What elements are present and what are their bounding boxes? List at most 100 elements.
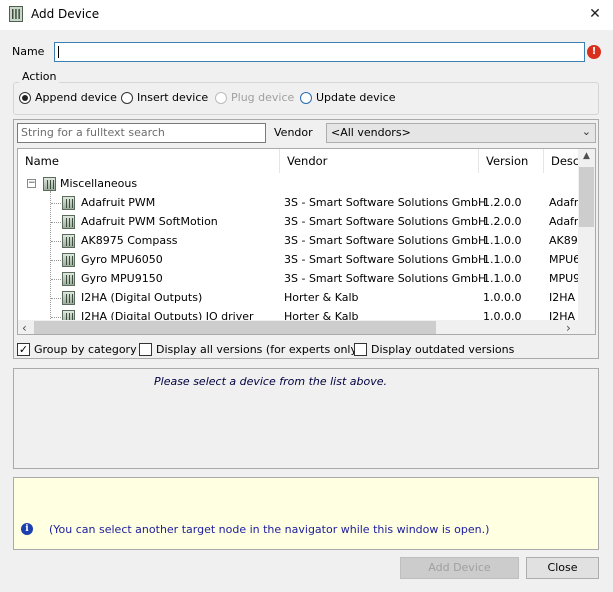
device-name: AK8975 Compass [81, 234, 178, 247]
close-button[interactable]: Close [526, 557, 599, 579]
name-input[interactable] [54, 42, 585, 62]
device-vendor: 3S - Smart Software Solutions GmbH [284, 253, 487, 266]
insert-device-radio[interactable]: Insert device [121, 91, 208, 104]
device-name: Gyro MPU6050 [81, 253, 163, 266]
add-device-button: Add Device [400, 557, 519, 579]
device-icon [62, 272, 75, 286]
scroll-up-icon[interactable]: ▲ [578, 151, 595, 161]
checkmark-icon: ✓ [17, 343, 30, 356]
update-device-label: Update device [316, 91, 396, 104]
table-row[interactable]: Adafruit PWM 3S - Smart Software Solutio… [18, 194, 578, 213]
title-bar: Add Device ✕ [0, 0, 613, 30]
table-row[interactable]: Adafruit PWM SoftMotion 3S - Smart Softw… [18, 213, 578, 232]
group-by-category-checkbox[interactable]: ✓ Group by category [17, 343, 137, 356]
tree-line [51, 203, 61, 204]
window-title: Add Device [31, 7, 100, 21]
text-caret [58, 46, 59, 58]
device-icon [62, 196, 75, 210]
radio-dot [19, 91, 31, 104]
tree-line [51, 241, 61, 242]
category-row[interactable]: − Miscellaneous [18, 175, 578, 194]
vertical-scroll-thumb[interactable] [579, 167, 594, 227]
horizontal-scrollbar[interactable]: ‹ › [18, 320, 578, 334]
horizontal-scroll-thumb[interactable] [34, 321, 436, 334]
append-device-label: Append device [35, 91, 117, 104]
update-device-radio[interactable]: Update device [300, 91, 395, 104]
tree-line [51, 298, 61, 299]
device-version: 1.1.0.0 [483, 272, 522, 285]
insert-device-label: Insert device [137, 91, 209, 104]
tree-line [51, 222, 61, 223]
collapse-icon[interactable]: − [27, 179, 36, 188]
device-vendor: Horter & Kalb [284, 291, 359, 304]
radio-dot [300, 91, 312, 104]
close-window-icon[interactable]: ✕ [583, 3, 607, 25]
plug-device-label: Plug device [231, 91, 295, 104]
radio-dot [121, 91, 133, 104]
device-desc: Adafr [549, 215, 578, 228]
device-desc: MPU9 [549, 272, 578, 285]
action-legend: Action [19, 70, 60, 83]
display-outdated-label: Display outdated versions [371, 343, 515, 356]
vendor-label: Vendor [274, 126, 313, 139]
name-label: Name [12, 45, 45, 58]
device-vendor: 3S - Smart Software Solutions GmbH [284, 234, 487, 247]
device-icon [62, 234, 75, 248]
info-text: (You can select another target node in t… [49, 523, 490, 536]
device-desc: Adafr [549, 196, 578, 209]
device-desc: I2HA [549, 291, 576, 304]
fulltext-search-input[interactable]: String for a fulltext search [17, 123, 266, 143]
info-panel: i (You can select another target node in… [13, 477, 599, 550]
display-all-versions-label: Display all versions (for experts only) [156, 343, 362, 356]
tree-line [51, 279, 61, 280]
device-version: 1.0.0.0 [483, 291, 522, 304]
device-name: Adafruit PWM SoftMotion [81, 215, 218, 228]
table-row[interactable]: Gyro MPU9150 3S - Smart Software Solutio… [18, 270, 578, 289]
device-icon [62, 215, 75, 229]
append-device-radio[interactable]: Append device [19, 91, 117, 104]
vertical-scrollbar[interactable]: ▲ [578, 149, 595, 321]
device-vendor: 3S - Smart Software Solutions GmbH [284, 196, 487, 209]
tree-line [51, 317, 61, 318]
device-desc: MPU6 [549, 253, 578, 266]
table-row[interactable]: AK8975 Compass 3S - Smart Software Solut… [18, 232, 578, 251]
device-version: 1.1.0.0 [483, 253, 522, 266]
column-header-desc[interactable]: Desc [544, 149, 578, 173]
checkbox-box [354, 343, 367, 356]
folder-device-icon [43, 177, 56, 191]
scrollbar-corner [578, 320, 595, 334]
group-by-category-label: Group by category [34, 343, 137, 356]
scroll-right-icon[interactable]: › [566, 320, 571, 334]
display-outdated-checkbox[interactable]: Display outdated versions [354, 343, 514, 356]
table-row[interactable]: I2HA (Digital Outputs) Horter & Kalb 1.0… [18, 289, 578, 308]
display-all-versions-checkbox[interactable]: Display all versions (for experts only) [139, 343, 361, 356]
device-version: 1.2.0.0 [483, 196, 522, 209]
device-icon [9, 6, 23, 22]
chevron-down-icon: ⌄ [581, 125, 591, 138]
tree-line [51, 260, 61, 261]
scroll-left-icon[interactable]: ‹ [22, 320, 27, 334]
device-version: 1.2.0.0 [483, 215, 522, 228]
info-icon: i [21, 523, 33, 535]
checkbox-box [139, 343, 152, 356]
description-message: Please select a device from the list abo… [154, 375, 388, 388]
device-name: Adafruit PWM [81, 196, 156, 209]
device-description-panel: Please select a device from the list abo… [13, 368, 599, 469]
device-desc: AK897 [549, 234, 578, 247]
device-icon [62, 291, 75, 305]
device-vendor: 3S - Smart Software Solutions GmbH [284, 272, 487, 285]
column-header-vendor[interactable]: Vendor [280, 149, 479, 173]
device-list[interactable]: Name Vendor Version Desc − Miscellaneous… [17, 148, 596, 335]
error-icon: ! [587, 45, 601, 59]
device-icon [62, 253, 75, 267]
table-row[interactable]: Gyro MPU6050 3S - Smart Software Solutio… [18, 251, 578, 270]
category-label: Miscellaneous [60, 177, 138, 190]
column-header-name[interactable]: Name [18, 149, 280, 173]
column-header-version[interactable]: Version [479, 149, 544, 173]
radio-dot [215, 91, 227, 104]
vendor-dropdown[interactable]: <All vendors> ⌄ [326, 123, 596, 143]
device-vendor: 3S - Smart Software Solutions GmbH [284, 215, 487, 228]
plug-device-radio: Plug device [215, 91, 294, 104]
device-version: 1.1.0.0 [483, 234, 522, 247]
vendor-dropdown-value: <All vendors> [331, 126, 411, 139]
